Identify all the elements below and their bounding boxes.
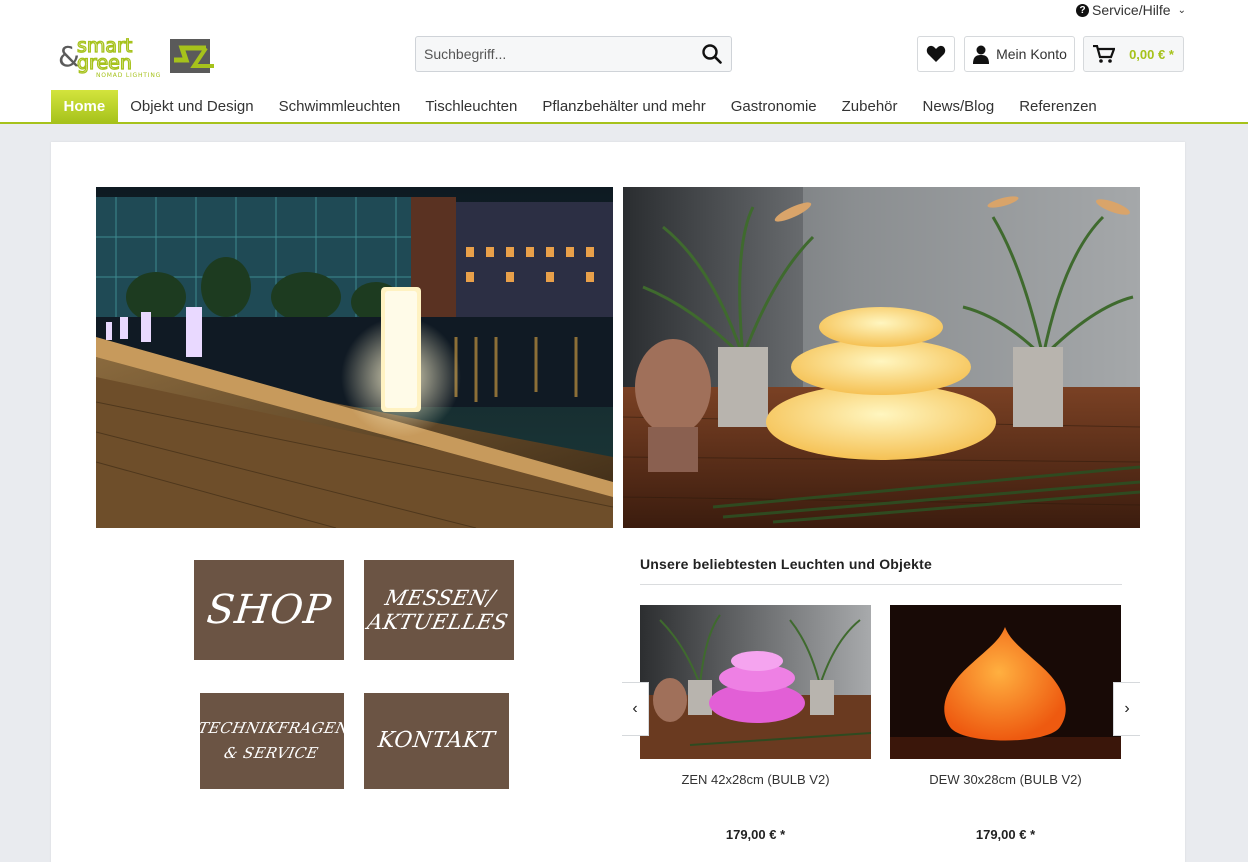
kontakt-tile-label: KONTAKT [376, 728, 497, 754]
main-navigation: Home Objekt und Design Schwimmleuchten T… [51, 90, 1109, 123]
slider-next-button[interactable]: › [1113, 682, 1140, 736]
cart-button[interactable]: 0,00 € * [1083, 36, 1184, 72]
product-card[interactable]: ZEN 42x28cm (BULB V2) 179,00 € * [640, 605, 871, 842]
product-name[interactable]: DEW 30x28cm (BULB V2) [890, 772, 1121, 787]
tech-tile-text: TECHNIKFRAGEN & SERVICE [194, 718, 351, 763]
search-button[interactable] [693, 37, 731, 71]
account-label: Mein Konto [996, 46, 1067, 62]
nav-item-zubehoer[interactable]: Zubehör [829, 90, 910, 123]
magnifier-icon [702, 44, 722, 64]
header: ? Service/Hilfe ⌄ & smart green NOMAD LI… [0, 0, 1248, 124]
nav-item-tischleuchten[interactable]: Tischleuchten [413, 90, 530, 123]
main-content: SHOP MESSEN/ AKTUELLES TECHNIKFRAGEN & S… [51, 142, 1185, 862]
wishlist-button[interactable] [917, 36, 955, 72]
nav-item-pflanzbehaelter[interactable]: Pflanzbehälter und mehr [530, 90, 718, 123]
nav-item-gastronomie[interactable]: Gastronomie [718, 90, 829, 123]
logo[interactable]: & smart green NOMAD LIGHTING [58, 34, 218, 80]
messen-tile-text: MESSEN/ AKTUELLES [365, 585, 511, 634]
messen-aktuelles-tile[interactable]: MESSEN/ AKTUELLES [364, 560, 514, 660]
account-button[interactable]: Mein Konto [964, 36, 1075, 72]
product-price: 179,00 € * [725, 827, 786, 842]
cart-amount: 0,00 € * [1129, 46, 1174, 62]
product-card[interactable]: DEW 30x28cm (BULB V2) 179,00 € * [890, 605, 1121, 842]
search-box [415, 36, 732, 72]
messen-tile-line1: MESSEN/ [382, 585, 498, 610]
cart-icon [1093, 45, 1116, 63]
tech-tile-line2: & SERVICE [222, 744, 320, 762]
banner-zen-lamp-image[interactable] [623, 187, 1140, 528]
chevron-right-icon: › [1124, 700, 1130, 717]
nav-item-objekt-und-design[interactable]: Objekt und Design [118, 90, 266, 123]
product-image-dew[interactable] [890, 605, 1121, 759]
service-menu[interactable]: ? Service/Hilfe ⌄ [1076, 2, 1186, 18]
nav-item-news-blog[interactable]: News/Blog [910, 90, 1007, 123]
product-price: 179,00 € * [975, 827, 1036, 842]
chevron-left-icon: ‹ [632, 700, 638, 717]
nav-item-home[interactable]: Home [51, 90, 118, 123]
slider-prev-button[interactable]: ‹ [622, 682, 649, 736]
tech-tile-line1: TECHNIKFRAGEN [196, 718, 351, 737]
kontakt-tile[interactable]: KONTAKT [364, 693, 509, 789]
search-input[interactable] [416, 37, 691, 71]
chevron-down-icon: ⌄ [1177, 4, 1186, 16]
heart-icon [926, 45, 946, 62]
technikfragen-service-tile[interactable]: TECHNIKFRAGEN & SERVICE [196, 693, 351, 789]
product-name[interactable]: ZEN 42x28cm (BULB V2) [640, 772, 871, 787]
product-image-zen[interactable] [640, 605, 871, 759]
banner-terrace-image[interactable] [96, 187, 613, 528]
popular-products-title: Unsere beliebtesten Leuchten und Objekte [640, 556, 1122, 585]
logo-tagline: NOMAD LIGHTING [96, 72, 161, 79]
nav-item-schwimmleuchten[interactable]: Schwimmleuchten [266, 90, 413, 123]
question-circle-icon: ? [1076, 3, 1090, 17]
messen-tile-line2: AKTUELLES [365, 610, 511, 634]
shop-tile-label: SHOP [204, 587, 334, 633]
logo-green: green [77, 52, 132, 74]
nav-item-referenzen[interactable]: Referenzen [1007, 90, 1110, 123]
service-label: Service/Hilfe [1092, 2, 1171, 18]
user-icon [973, 45, 990, 64]
shop-tile[interactable]: SHOP [194, 560, 344, 660]
